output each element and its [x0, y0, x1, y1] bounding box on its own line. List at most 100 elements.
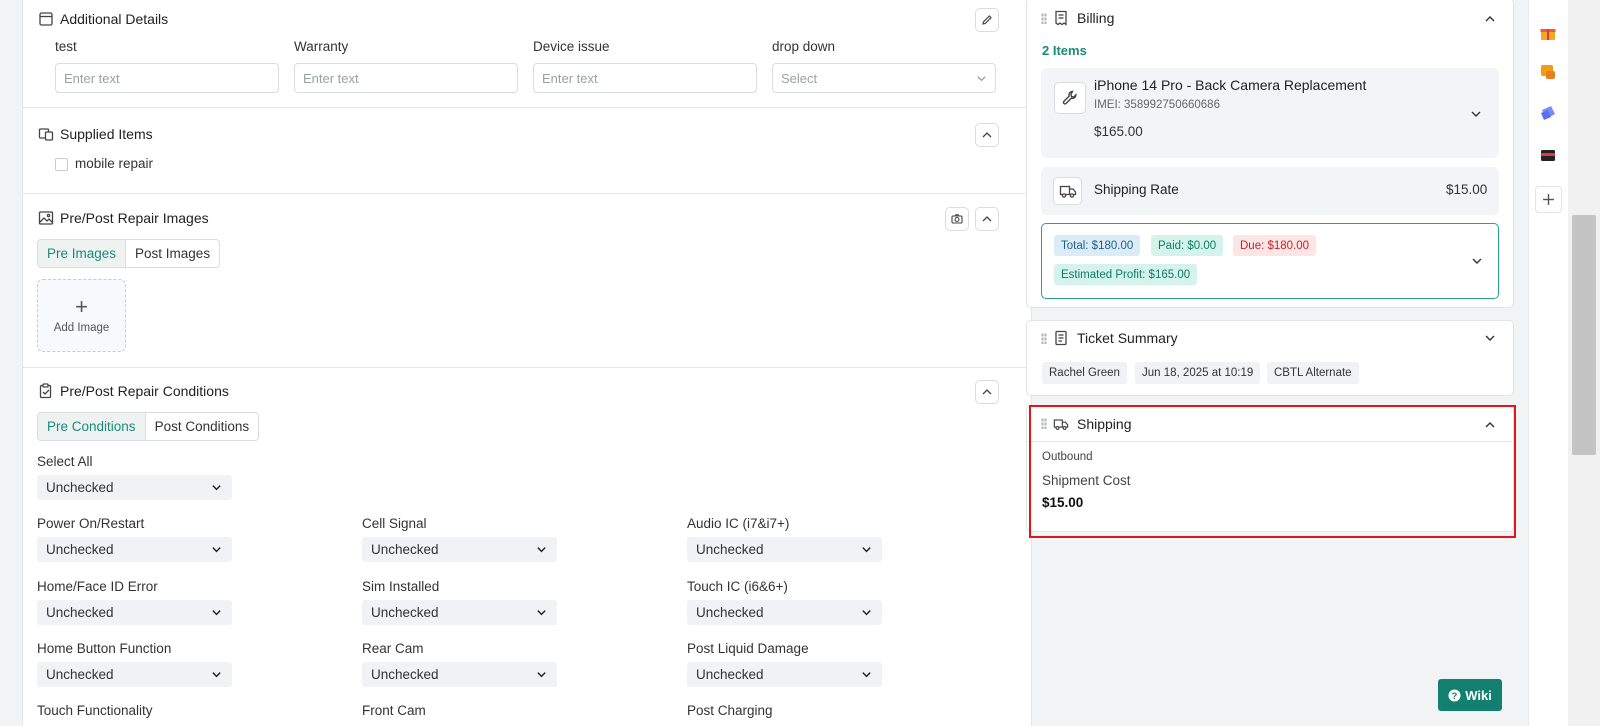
condition-label: Touch IC (i6&6+) [687, 579, 788, 594]
collapse-button[interactable] [975, 123, 999, 147]
billing-card: Billing 2 Items iPhone 14 Pro - Back Cam… [1026, 0, 1514, 308]
edit-button[interactable] [975, 8, 999, 32]
mobile-repair-checkbox[interactable] [55, 158, 68, 171]
side-rail [1528, 0, 1568, 726]
additional-details-header: Additional Details [38, 11, 168, 27]
condition-label: Touch Functionality [37, 703, 153, 718]
collapse-button[interactable] [975, 207, 999, 231]
wrench-icon-box [1054, 82, 1086, 114]
repair-images-header: Pre/Post Repair Images [38, 210, 209, 226]
chevron-down-icon [212, 672, 221, 678]
supplied-items-header: Supplied Items [38, 126, 153, 142]
form-icon [39, 12, 53, 26]
ticket-summary-header[interactable]: Ticket Summary [1027, 321, 1513, 355]
condition-dropdown[interactable]: Unchecked [37, 537, 232, 562]
chevron-down-icon [862, 610, 871, 616]
condition-dropdown[interactable]: Unchecked [687, 600, 882, 625]
profit-badge: Estimated Profit: $165.00 [1054, 264, 1198, 285]
chevron-down-icon[interactable] [1470, 108, 1482, 120]
drag-handle-icon[interactable] [1041, 332, 1047, 344]
card-title: Ticket Summary [1077, 330, 1178, 346]
tab-post-images[interactable]: Post Images [125, 240, 220, 267]
select-all-dropdown[interactable]: Unchecked [37, 475, 232, 500]
payment-summary-box[interactable]: Total: $180.00 Paid: $0.00 Due: $180.00 … [1041, 223, 1499, 299]
condition-label: Home Button Function [37, 641, 172, 656]
pencil-icon [982, 15, 992, 25]
billing-item-row[interactable]: iPhone 14 Pro - Back Camera Replacement … [1041, 68, 1499, 158]
dropdown-value: Unchecked [696, 605, 764, 620]
dropdown-value: Unchecked [46, 667, 114, 682]
repair-images-section: Pre/Post Repair Images Pre Images Post I… [23, 194, 1031, 368]
chevron-down-icon [537, 610, 546, 616]
condition-dropdown[interactable]: Unchecked [362, 662, 557, 687]
condition-dropdown[interactable]: Unchecked [362, 600, 557, 625]
tab-pre-conditions[interactable]: Pre Conditions [38, 413, 145, 440]
dropdown-value: Unchecked [371, 667, 439, 682]
due-badge: Due: $180.00 [1233, 235, 1317, 256]
field-label-test: test [55, 39, 77, 54]
chevron-down-icon [212, 610, 221, 616]
supplied-items-section: Supplied Items mobile repair [23, 108, 1031, 194]
date-chip: Jun 18, 2025 at 10:19 [1135, 362, 1261, 384]
ticket-summary-card: Ticket Summary Rachel Green Jun 18, 2025… [1026, 320, 1514, 396]
condition-dropdown[interactable]: Unchecked [362, 537, 557, 562]
section-title: Pre/Post Repair Images [60, 210, 209, 226]
condition-label: Audio IC (i7&i7+) [687, 516, 790, 531]
card-icon[interactable] [1539, 146, 1557, 164]
billing-header[interactable]: Billing [1027, 1, 1513, 35]
condition-dropdown[interactable]: Unchecked [37, 662, 232, 687]
add-app-button[interactable] [1535, 186, 1562, 213]
wiki-button[interactable]: ? Wiki [1438, 679, 1502, 711]
svg-text:?: ? [1452, 690, 1458, 700]
plus-icon [1543, 194, 1554, 205]
drag-handle-icon[interactable] [1041, 12, 1047, 24]
wrench-icon [1062, 90, 1077, 105]
location-chip: CBTL Alternate [1267, 362, 1359, 384]
gift-icon[interactable] [1539, 24, 1557, 42]
test-input[interactable] [55, 63, 279, 93]
chevron-up-icon [982, 216, 992, 222]
condition-dropdown[interactable]: Unchecked [687, 537, 882, 562]
document-icon [1055, 330, 1067, 346]
card-title: Billing [1077, 10, 1115, 26]
select-placeholder: Select [781, 70, 818, 86]
scrollbar-thumb[interactable] [1572, 215, 1596, 455]
condition-label: Post Charging [687, 703, 773, 718]
field-label-warranty: Warranty [294, 39, 349, 54]
camera-icon [951, 214, 963, 224]
tab-post-conditions[interactable]: Post Conditions [144, 413, 259, 440]
truck-icon-box [1053, 177, 1082, 205]
section-title: Additional Details [60, 11, 169, 27]
dropdown-value: Unchecked [371, 605, 439, 620]
dropdown-value: Unchecked [46, 542, 114, 557]
image-tabs: Pre Images Post Images [37, 239, 221, 268]
chevron-down-icon[interactable] [1484, 332, 1496, 344]
item-price: $165.00 [1094, 124, 1143, 139]
section-title: Supplied Items [60, 126, 153, 142]
condition-dropdown[interactable]: Unchecked [687, 662, 882, 687]
chevron-down-icon [862, 672, 871, 678]
chevron-down-icon[interactable] [1471, 255, 1483, 267]
condition-label: Sim Installed [362, 579, 440, 594]
tab-pre-images[interactable]: Pre Images [38, 240, 126, 267]
device-issue-input[interactable] [533, 63, 757, 93]
collapse-button[interactable] [975, 380, 999, 404]
drop-down-select[interactable]: Select [772, 63, 996, 93]
image-icon [38, 211, 54, 225]
chevron-up-icon[interactable] [1484, 13, 1496, 25]
additional-details-section: Additional Details test Warranty Device … [23, 0, 1031, 108]
section-title: Pre/Post Repair Conditions [60, 383, 229, 399]
chevron-down-icon [537, 547, 546, 553]
shipping-rate-amount: $15.00 [1446, 182, 1488, 197]
add-image-button[interactable]: + Add Image [37, 279, 126, 352]
chat-icon[interactable] [1539, 63, 1557, 81]
condition-dropdown[interactable]: Unchecked [37, 600, 232, 625]
layers-icon[interactable] [1539, 104, 1557, 122]
condition-label: Rear Cam [362, 641, 424, 656]
camera-button[interactable] [945, 207, 969, 231]
chevron-down-icon [977, 75, 986, 81]
shipping-rate-label: Shipping Rate [1094, 182, 1179, 197]
dropdown-value: Unchecked [696, 667, 764, 682]
warranty-input[interactable] [294, 63, 518, 93]
add-image-label: Add Image [53, 321, 110, 334]
